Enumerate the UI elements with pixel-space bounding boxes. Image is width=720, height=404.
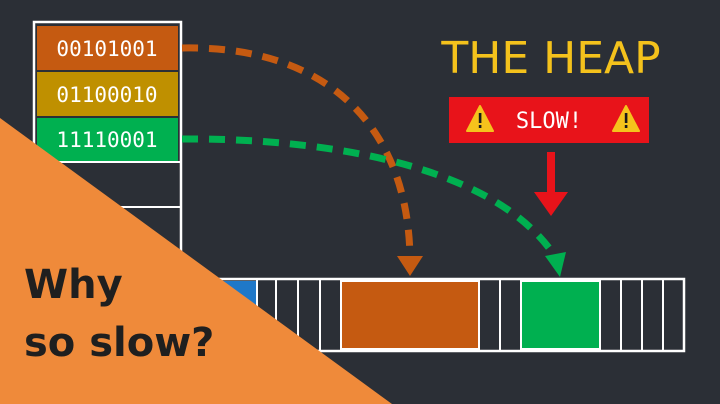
slow-warning: SLOW!: [449, 97, 649, 143]
heap-block-orange: [340, 280, 480, 350]
register-1-value: 01100010: [56, 83, 157, 107]
diagram-svg: 00101001 01100010 11110001 THE HEAP SLOW…: [0, 20, 686, 404]
down-arrow-icon: [534, 152, 568, 216]
pointer-arrowhead-orange: [397, 256, 423, 276]
slow-label: SLOW!: [516, 109, 582, 134]
heap-block-green: [520, 280, 601, 350]
heap-title: THE HEAP: [440, 33, 660, 84]
caption-line-2: so slow?: [24, 320, 214, 366]
pointer-arrowhead-green: [545, 252, 566, 277]
pointer-arrow-green: [181, 135, 559, 260]
register-0-value: 00101001: [56, 37, 157, 61]
register-2-value: 11110001: [56, 128, 157, 152]
diagram: 00101001 01100010 11110001 THE HEAP SLOW…: [0, 0, 720, 404]
caption-line-1: Why: [24, 262, 123, 308]
